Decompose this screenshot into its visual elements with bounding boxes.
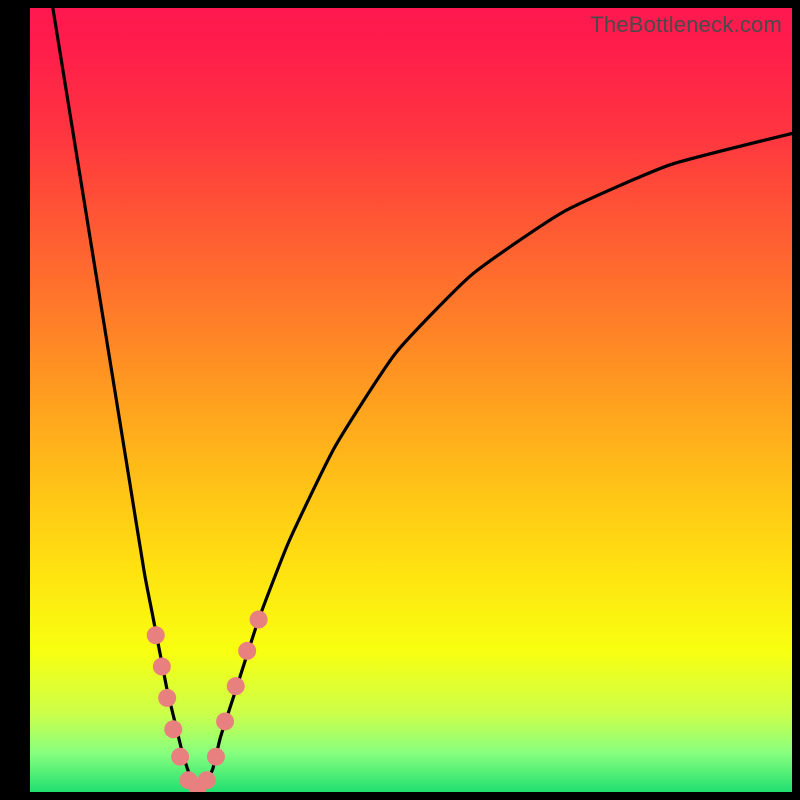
curve-marker <box>164 720 182 738</box>
curve-marker <box>171 748 189 766</box>
curve-marker <box>227 677 245 695</box>
curve-marker <box>250 611 268 629</box>
curve-layer <box>30 8 792 792</box>
plot-area: TheBottleneck.com <box>30 8 792 792</box>
curve-marker <box>238 642 256 660</box>
curve-markers <box>147 611 268 792</box>
curve-marker <box>216 712 234 730</box>
chart-frame: TheBottleneck.com <box>0 0 800 800</box>
curve-marker <box>158 689 176 707</box>
curve-marker <box>198 771 216 789</box>
curve-marker <box>147 626 165 644</box>
curve-marker <box>153 658 171 676</box>
curve-marker <box>207 748 225 766</box>
